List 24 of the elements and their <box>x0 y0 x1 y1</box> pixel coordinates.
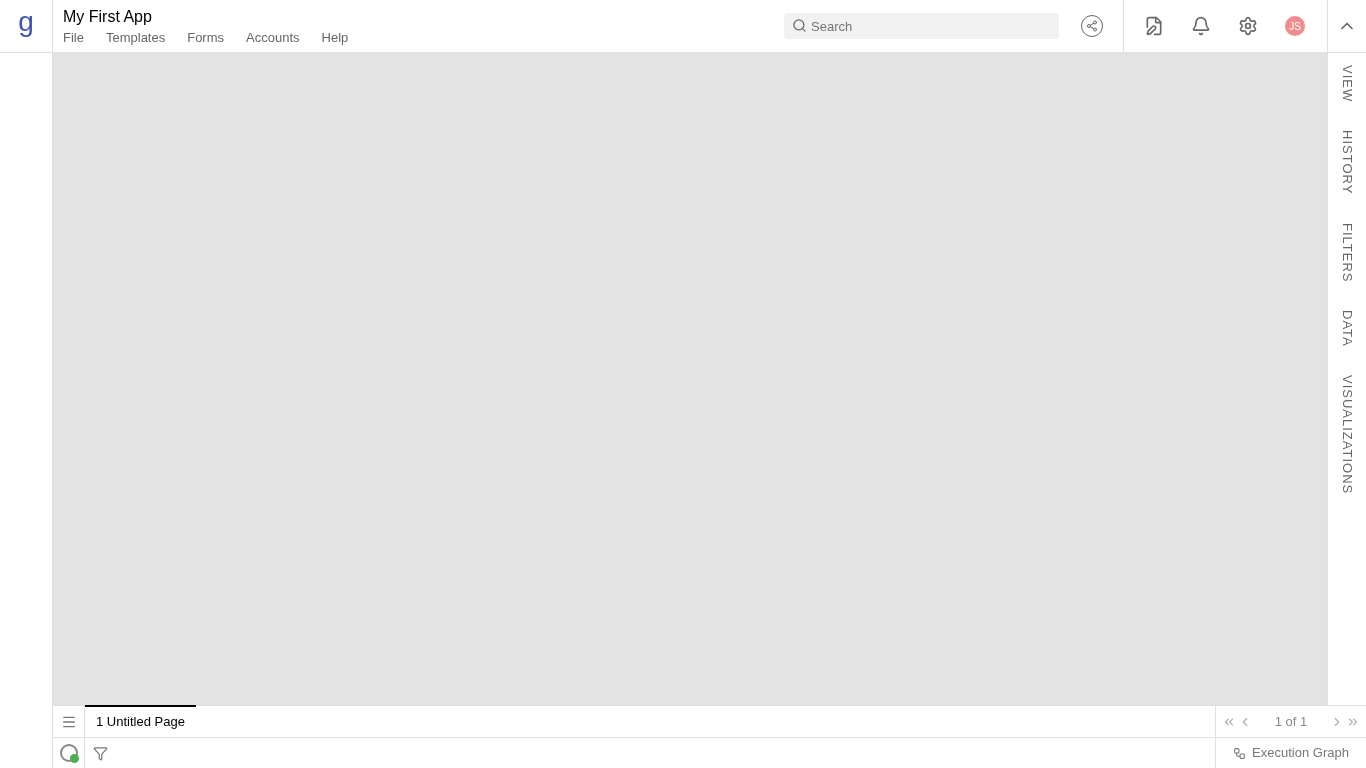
side-panel-tab[interactable]: HISTORY <box>1337 130 1357 195</box>
run-status-icon[interactable] <box>59 744 78 762</box>
side-panel-tab[interactable]: DATA <box>1337 310 1357 347</box>
search-icon <box>792 18 807 33</box>
filter-icon[interactable] <box>93 745 108 761</box>
page-tab[interactable]: 1 Untitled Page <box>85 705 196 737</box>
menu-item[interactable]: Templates <box>105 29 166 46</box>
menu-item[interactable]: File <box>63 29 84 46</box>
graph-icon <box>1233 746 1247 760</box>
side-panel-tab[interactable]: FILTERS <box>1337 222 1357 283</box>
share-icon <box>1086 20 1098 32</box>
settings-icon[interactable] <box>1238 16 1258 36</box>
side-panel-tab[interactable]: VIEW <box>1337 65 1357 103</box>
page-counter: 1 of 1 <box>1274 712 1308 731</box>
notifications-icon[interactable] <box>1191 16 1211 36</box>
edit-notes-icon[interactable] <box>1144 16 1164 36</box>
app-title: My First App <box>63 6 153 27</box>
menu-item[interactable]: Forms <box>187 29 225 46</box>
menu-item[interactable]: Accounts <box>246 29 300 46</box>
app-logo: g <box>18 8 34 36</box>
menu-item[interactable]: Help <box>321 29 349 46</box>
side-panel-tab[interactable]: VISUALIZATIONS <box>1337 374 1357 495</box>
execution-graph-button[interactable]: Execution Graph <box>1233 743 1349 763</box>
search-field[interactable]: Search <box>784 13 1059 39</box>
